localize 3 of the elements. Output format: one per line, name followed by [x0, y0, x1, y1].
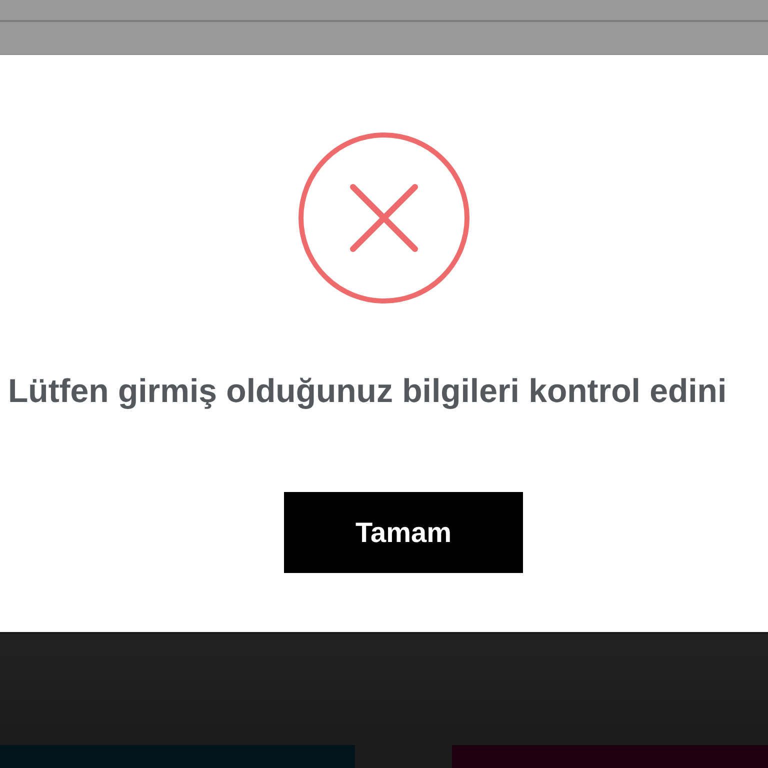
- error-message: Lütfen girmiş olduğunuz bilgileri kontrol edini: [7, 371, 728, 411]
- ok-button[interactable]: Tamam: [284, 492, 523, 573]
- error-icon: [298, 132, 470, 304]
